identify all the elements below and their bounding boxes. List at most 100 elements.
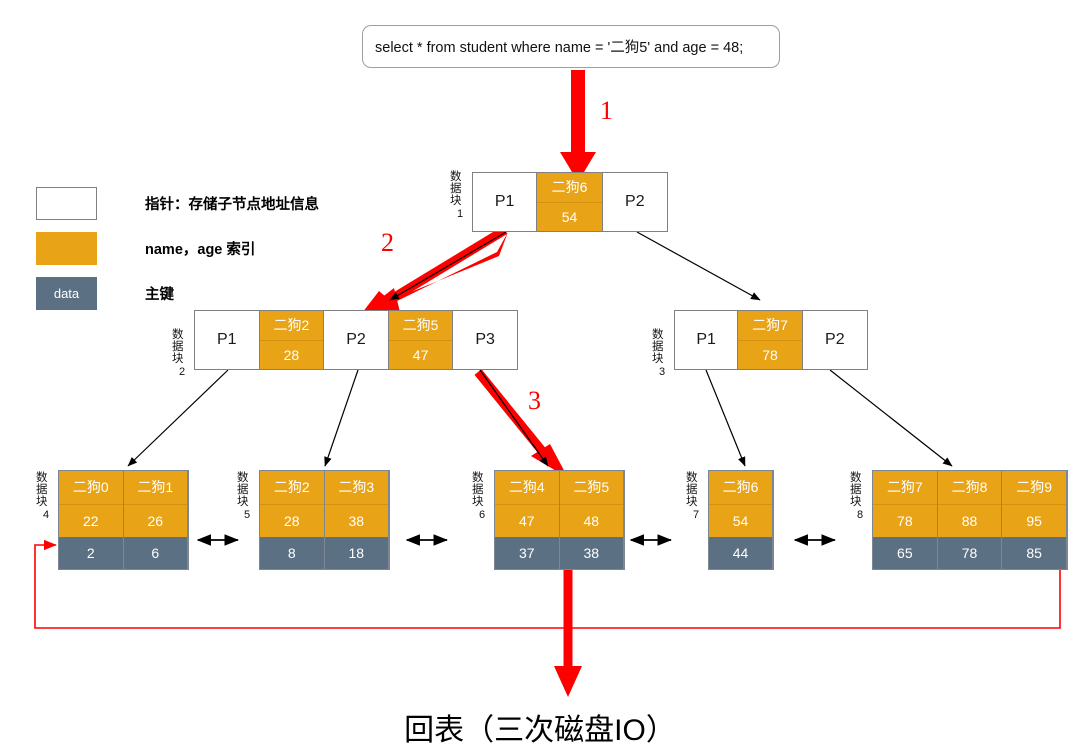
block-label-7-text: 数据块 — [686, 472, 698, 508]
node3-key-0-age: 78 — [762, 346, 778, 363]
block-label-5: 数据块 5 — [237, 472, 257, 521]
leaf5-entry-1-name: 二狗3 — [324, 471, 388, 505]
node-data-block-1[interactable]: P1 二狗6 54 P2 — [472, 172, 668, 232]
leaf8-entry-2-data: 85 — [1002, 537, 1067, 570]
leaf6-entry-0-data: 37 — [495, 537, 559, 570]
block-label-8-number: 8 — [856, 508, 864, 521]
block-label-6: 数据块 6 — [472, 472, 492, 521]
node2-pointer-p3-label: P3 — [475, 331, 495, 348]
block-label-8: 数据块 8 — [850, 472, 870, 521]
leaf5-entry-1-data: 18 — [324, 537, 388, 570]
node3-pointer-p1-label: P1 — [696, 331, 716, 348]
legend-item-pointer: 指针：存储子节点地址信息 — [36, 186, 319, 220]
leaf8-entry-1-data: 78 — [937, 537, 1002, 570]
leaf6-entry-0[interactable]: 二狗4 47 37 — [495, 471, 560, 570]
leaf-data-block-7[interactable]: 二狗6 54 44 — [708, 470, 774, 570]
step-1-arrow — [560, 70, 596, 182]
legend-swatch-pointer — [36, 186, 97, 220]
leaf4-entry-0[interactable]: 二狗0 22 2 — [59, 471, 124, 570]
node2-key-1-age: 47 — [412, 346, 429, 363]
node1-pointer-p1[interactable]: P1 — [473, 173, 538, 231]
block-label-3: 数据块 3 — [652, 329, 672, 378]
leaf8-entry-0-name: 二狗7 — [873, 471, 937, 505]
leaf7-entry-0-name: 二狗6 — [709, 471, 772, 505]
block-label-5-number: 5 — [243, 508, 251, 521]
node-data-block-3[interactable]: P1 二狗7 78 P2 — [674, 310, 868, 370]
block-label-6-number: 6 — [478, 508, 486, 521]
leaf-data-block-6[interactable]: 二狗4 47 37 二狗5 48 38 — [494, 470, 625, 570]
leaf6-entry-0-name: 二狗4 — [495, 471, 559, 505]
block-label-3-number: 3 — [658, 365, 666, 378]
leaf8-entry-0-data: 65 — [873, 537, 937, 570]
block-label-2-number: 2 — [178, 365, 186, 378]
node2-key-0[interactable]: 二狗2 28 — [259, 311, 325, 369]
block-label-4: 数据块 4 — [36, 472, 56, 521]
leaf8-entry-1-name: 二狗8 — [937, 471, 1002, 505]
leaf4-entry-1[interactable]: 二狗1 26 6 — [123, 471, 188, 570]
block-label-2: 数据块 2 — [172, 329, 192, 378]
leaf6-entry-1[interactable]: 二狗5 48 38 — [559, 471, 624, 570]
leaf4-entry-1-data: 6 — [123, 537, 187, 570]
node2-pointer-p3[interactable]: P3 — [453, 311, 517, 369]
block-label-1-text: 数据块 — [450, 171, 462, 207]
leaf7-entry-0-data: 44 — [709, 537, 772, 570]
connector-layer — [34, 70, 1062, 697]
node1-pointer-p2-label: P2 — [625, 193, 645, 210]
leaf4-entry-0-name: 二狗0 — [59, 471, 123, 505]
node2-pointer-p2[interactable]: P2 — [324, 311, 389, 369]
node2-key-0-age: 28 — [283, 346, 300, 363]
legend-label-pointer: 指针：存储子节点地址信息 — [145, 196, 319, 213]
node3-pointer-p2[interactable]: P2 — [802, 311, 867, 369]
legend-swatch-index — [36, 231, 97, 265]
leaf-data-block-4[interactable]: 二狗0 22 2 二狗1 26 6 — [58, 470, 189, 570]
node2-pointer-p1[interactable]: P1 — [195, 311, 260, 369]
node1-key-0[interactable]: 二狗6 54 — [537, 173, 603, 231]
node3-pointer-p2-label: P2 — [825, 331, 845, 348]
leaf4-entry-1-name: 二狗1 — [123, 471, 187, 505]
diagram-canvas: select * from student where name = '二狗5'… — [0, 0, 1080, 756]
node2-key-1-name: 二狗5 — [388, 311, 453, 341]
node2-key-0-name: 二狗2 — [259, 311, 324, 341]
leaf8-entry-2[interactable]: 二狗9 95 85 — [1002, 471, 1068, 570]
node1-key-0-age: 54 — [561, 208, 578, 225]
leaf5-entry-0-name: 二狗2 — [260, 471, 324, 505]
leaf8-entry-0[interactable]: 二狗7 78 65 — [873, 471, 938, 570]
leaf5-entry-0-data: 8 — [260, 537, 324, 570]
leaf6-entry-0-age: 47 — [495, 504, 559, 537]
leaf4-entry-0-data: 2 — [59, 537, 123, 570]
node-data-block-2[interactable]: P1 二狗2 28 P2 二狗5 47 P3 — [194, 310, 518, 370]
block-label-1-number: 1 — [456, 207, 464, 220]
leaf5-entry-0-age: 28 — [260, 504, 324, 537]
leaf8-entry-1-age: 88 — [937, 504, 1002, 537]
legend: 指针：存储子节点地址信息 name，age 索引 data 主键 — [36, 186, 319, 321]
leaf7-entry-0-age: 54 — [709, 504, 772, 537]
node2-key-1[interactable]: 二狗5 47 — [388, 311, 454, 369]
leaf5-entry-1[interactable]: 二狗3 38 18 — [324, 471, 389, 570]
node1-pointer-p2[interactable]: P2 — [602, 173, 667, 231]
leaf6-entry-1-name: 二狗5 — [559, 471, 623, 505]
block-label-4-text: 数据块 — [36, 472, 48, 508]
bottom-caption: 回表（三次磁盘IO） — [404, 714, 676, 747]
leaf8-entry-2-name: 二狗9 — [1002, 471, 1067, 505]
sql-query-box: select * from student where name = '二狗5'… — [362, 25, 780, 68]
block-label-4-number: 4 — [42, 508, 50, 521]
block-label-7-number: 7 — [692, 508, 700, 521]
回表-arrow — [554, 570, 582, 697]
leaf8-entry-2-age: 95 — [1002, 504, 1067, 537]
node3-key-0-name: 二狗7 — [738, 311, 802, 341]
leaf4-entry-1-age: 26 — [123, 504, 187, 537]
legend-label-index: name，age 索引 — [145, 241, 256, 258]
leaf5-entry-0[interactable]: 二狗2 28 8 — [260, 471, 325, 570]
legend-swatch-data-text: data — [53, 285, 80, 301]
leaf-data-block-5[interactable]: 二狗2 28 8 二狗3 38 18 — [259, 470, 390, 570]
step-3-arrow — [474, 369, 568, 478]
leaf7-entry-0[interactable]: 二狗6 54 44 — [709, 471, 773, 570]
node3-pointer-p1[interactable]: P1 — [675, 311, 739, 369]
leaf8-entry-1[interactable]: 二狗8 88 78 — [937, 471, 1003, 570]
node3-key-0[interactable]: 二狗7 78 — [738, 311, 803, 369]
leaf-data-block-8[interactable]: 二狗7 78 65 二狗8 88 78 二狗9 95 85 — [872, 470, 1068, 570]
node2-pointer-p2-label: P2 — [346, 331, 366, 348]
leaf5-entry-1-age: 38 — [324, 504, 388, 537]
sql-query-text: select * from student where name = '二狗5'… — [375, 40, 744, 56]
step-number-1: 1 — [600, 96, 613, 125]
